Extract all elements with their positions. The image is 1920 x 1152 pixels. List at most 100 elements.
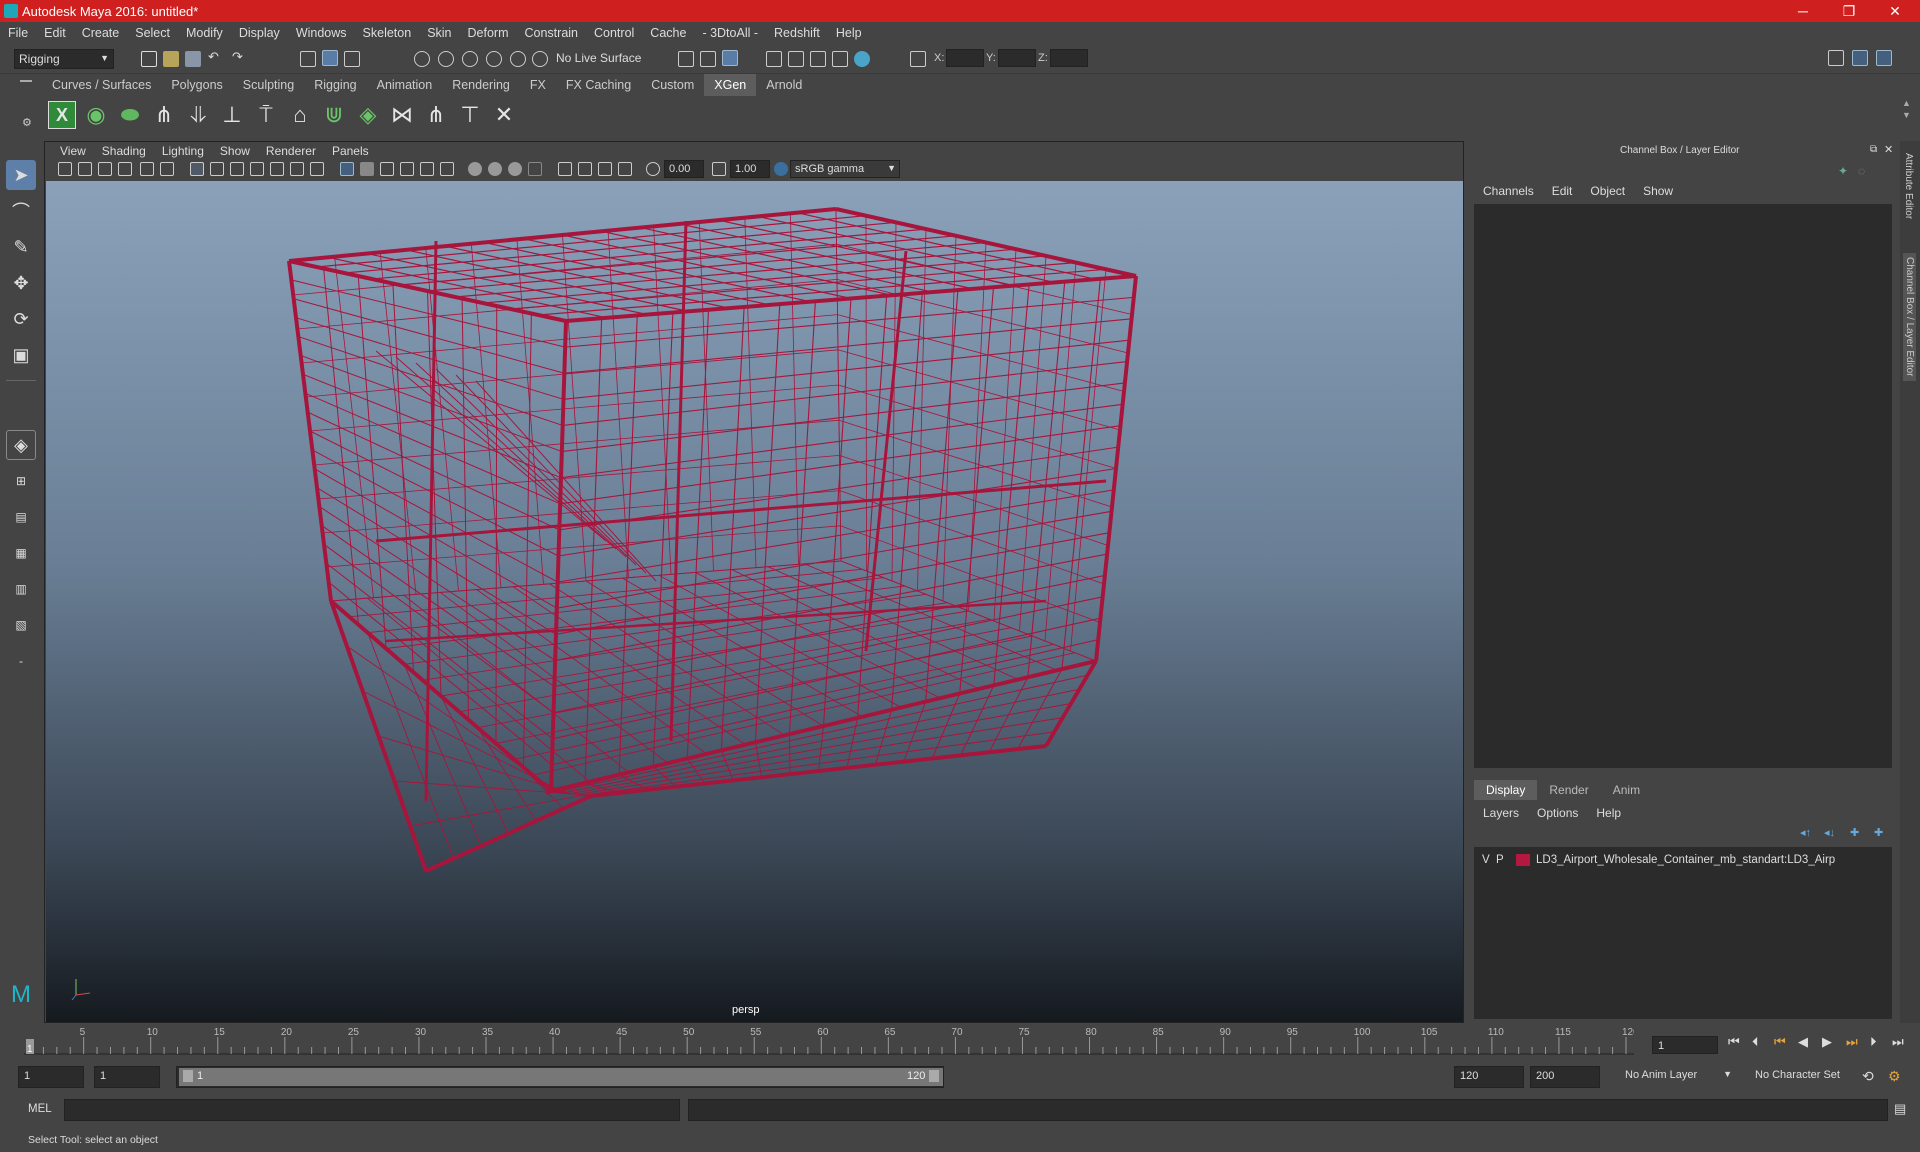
add-guide-tool-icon[interactable]: ⊥ bbox=[218, 101, 246, 129]
playback-start-field[interactable]: 1 bbox=[94, 1066, 160, 1088]
select-tool-icon[interactable]: ➤ bbox=[6, 160, 36, 190]
shadows-icon[interactable] bbox=[440, 162, 454, 176]
playback-end-field[interactable]: 120 bbox=[1454, 1066, 1524, 1088]
channel-box-side-tab[interactable]: Channel Box / Layer Editor bbox=[1903, 253, 1916, 381]
xgen-editor-icon[interactable]: X bbox=[48, 101, 76, 129]
xgen-preview-icon[interactable]: ◉ bbox=[82, 101, 110, 129]
multisample-aa-icon[interactable] bbox=[508, 162, 522, 176]
2d-pan-zoom-icon[interactable] bbox=[140, 162, 154, 176]
container-wireframe-model[interactable] bbox=[46, 181, 1463, 1022]
safe-title-icon[interactable] bbox=[310, 162, 324, 176]
channel-box-list[interactable] bbox=[1474, 204, 1892, 768]
le-menu-layers[interactable]: Layers bbox=[1474, 806, 1528, 820]
render-current-frame-icon[interactable] bbox=[678, 51, 694, 67]
perspective-viewport[interactable]: persp bbox=[46, 181, 1463, 1022]
attribute-editor-side-tab[interactable]: Attribute Editor bbox=[1903, 153, 1914, 219]
speed-icon[interactable]: ◌ bbox=[1858, 164, 1865, 178]
move-tool-icon[interactable]: ✥ bbox=[6, 268, 36, 298]
shelf-menu-icon[interactable] bbox=[20, 80, 32, 82]
x-coordinate-field[interactable] bbox=[946, 49, 984, 67]
add-guide-icon[interactable]: ⋔ bbox=[150, 101, 178, 129]
tab-animation[interactable]: Animation bbox=[367, 74, 443, 96]
menu-create[interactable]: Create bbox=[74, 26, 128, 40]
menu-edit[interactable]: Edit bbox=[36, 26, 74, 40]
menu-file[interactable]: File bbox=[0, 26, 36, 40]
cb-menu-edit[interactable]: Edit bbox=[1543, 184, 1582, 198]
live-surface-field[interactable]: No Live Surface bbox=[552, 49, 648, 69]
toolbox-collapse-icon[interactable]: - bbox=[6, 646, 36, 676]
tab-anim[interactable]: Anim bbox=[1601, 780, 1652, 800]
tab-xgen[interactable]: XGen bbox=[704, 74, 757, 96]
tab-fx-caching[interactable]: FX Caching bbox=[556, 74, 641, 96]
open-scene-icon[interactable] bbox=[163, 51, 179, 67]
tab-arnold[interactable]: Arnold bbox=[756, 74, 812, 96]
resolution-gate-icon[interactable] bbox=[230, 162, 244, 176]
tab-display[interactable]: Display bbox=[1474, 780, 1538, 800]
cb-menu-channels[interactable]: Channels bbox=[1474, 184, 1543, 198]
cb-menu-show[interactable]: Show bbox=[1634, 184, 1682, 198]
float-panel-icon[interactable]: ⧉ bbox=[1870, 144, 1877, 155]
new-scene-icon[interactable] bbox=[141, 51, 157, 67]
move-layer-up-icon[interactable]: ◂↑ bbox=[1800, 826, 1811, 839]
close-button[interactable]: ✕ bbox=[1872, 0, 1918, 22]
menu-select[interactable]: Select bbox=[127, 26, 178, 40]
z-coordinate-field[interactable] bbox=[1050, 49, 1088, 67]
xgen-description-icon[interactable]: ⬬ bbox=[116, 101, 144, 129]
modeling-toolkit-icon[interactable] bbox=[1828, 50, 1844, 66]
cb-menu-object[interactable]: Object bbox=[1581, 184, 1634, 198]
ipr-render-icon[interactable] bbox=[700, 51, 716, 67]
gamma-field[interactable]: 1.00 bbox=[730, 160, 770, 178]
make-live-icon[interactable] bbox=[532, 51, 548, 67]
field-chart-icon[interactable] bbox=[270, 162, 284, 176]
tab-fx[interactable]: FX bbox=[520, 74, 556, 96]
wireframe-on-shaded-icon[interactable] bbox=[380, 162, 394, 176]
menu-control[interactable]: Control bbox=[586, 26, 642, 40]
persp-outliner-layout-icon[interactable]: ▤ bbox=[6, 502, 36, 532]
step-back-frame-icon[interactable]: ⏴ bbox=[1752, 1034, 1759, 1050]
move-layer-down-icon[interactable]: ◂↓ bbox=[1824, 826, 1835, 839]
anim-layer-selector[interactable]: No Anim Layer ▼ bbox=[1620, 1066, 1736, 1088]
camera-attributes-icon[interactable] bbox=[78, 162, 92, 176]
menu-set-selector[interactable]: Rigging ▼ bbox=[14, 49, 114, 69]
range-end-grip[interactable] bbox=[929, 1070, 939, 1082]
auto-key-icon[interactable]: ⟲ bbox=[1862, 1068, 1874, 1085]
persp-uv-layout-icon[interactable]: ▧ bbox=[6, 610, 36, 640]
view-transform-selector[interactable]: sRGB gamma ▼ bbox=[790, 160, 900, 178]
script-editor-icon[interactable]: ▤ bbox=[1894, 1101, 1906, 1117]
time-ruler[interactable]: 5 10 15 20 25 30 35 40 45 50 55 60 65 70 75 80 85 90 95 100… bbox=[24, 1025, 1639, 1055]
grease-pencil-icon[interactable] bbox=[160, 162, 174, 176]
viewport-menu-panels[interactable]: Panels bbox=[324, 143, 377, 161]
transform-mode-icon[interactable] bbox=[910, 51, 926, 67]
xray-components-icon[interactable] bbox=[618, 162, 632, 176]
go-to-start-icon[interactable]: ⏮ bbox=[1728, 1034, 1740, 1050]
tab-custom[interactable]: Custom bbox=[641, 74, 704, 96]
play-forwards-icon[interactable]: ▶ bbox=[1822, 1034, 1832, 1050]
close-panel-icon[interactable]: ✕ bbox=[1884, 143, 1893, 156]
select-camera-icon[interactable] bbox=[58, 162, 72, 176]
viewport-menu-renderer[interactable]: Renderer bbox=[258, 143, 324, 161]
render-view-icon[interactable] bbox=[788, 51, 804, 67]
menu-3dtoall[interactable]: - 3DtoAll - bbox=[694, 26, 766, 40]
viewport-menu-lighting[interactable]: Lighting bbox=[154, 143, 212, 161]
gate-mask-icon[interactable] bbox=[250, 162, 264, 176]
snap-to-grids-icon[interactable] bbox=[414, 51, 430, 67]
render-setup-icon[interactable] bbox=[810, 51, 826, 67]
select-by-object-icon[interactable] bbox=[322, 50, 338, 66]
tab-curves-surfaces[interactable]: Curves / Surfaces bbox=[42, 74, 161, 96]
wireframe-icon[interactable] bbox=[340, 162, 354, 176]
viewport-menu-shading[interactable]: Shading bbox=[94, 143, 154, 161]
rotate-tool-icon[interactable]: ⟳ bbox=[6, 304, 36, 334]
safe-action-icon[interactable] bbox=[290, 162, 304, 176]
four-view-layout-icon[interactable]: ⊞ bbox=[6, 466, 36, 496]
le-menu-options[interactable]: Options bbox=[1528, 806, 1587, 820]
menu-constrain[interactable]: Constrain bbox=[517, 26, 587, 40]
menu-display[interactable]: Display bbox=[231, 26, 288, 40]
place-guide-icon[interactable]: ⥥ bbox=[184, 101, 212, 129]
menu-deform[interactable]: Deform bbox=[460, 26, 517, 40]
tab-render[interactable]: Render bbox=[1537, 780, 1600, 800]
snap-to-view-planes-icon[interactable] bbox=[510, 51, 526, 67]
shelf-settings-icon[interactable]: ⚙ bbox=[22, 116, 32, 129]
image-plane-icon[interactable] bbox=[118, 162, 132, 176]
step-forward-frame-icon[interactable]: ⏵ bbox=[1870, 1034, 1877, 1050]
menu-windows[interactable]: Windows bbox=[288, 26, 355, 40]
